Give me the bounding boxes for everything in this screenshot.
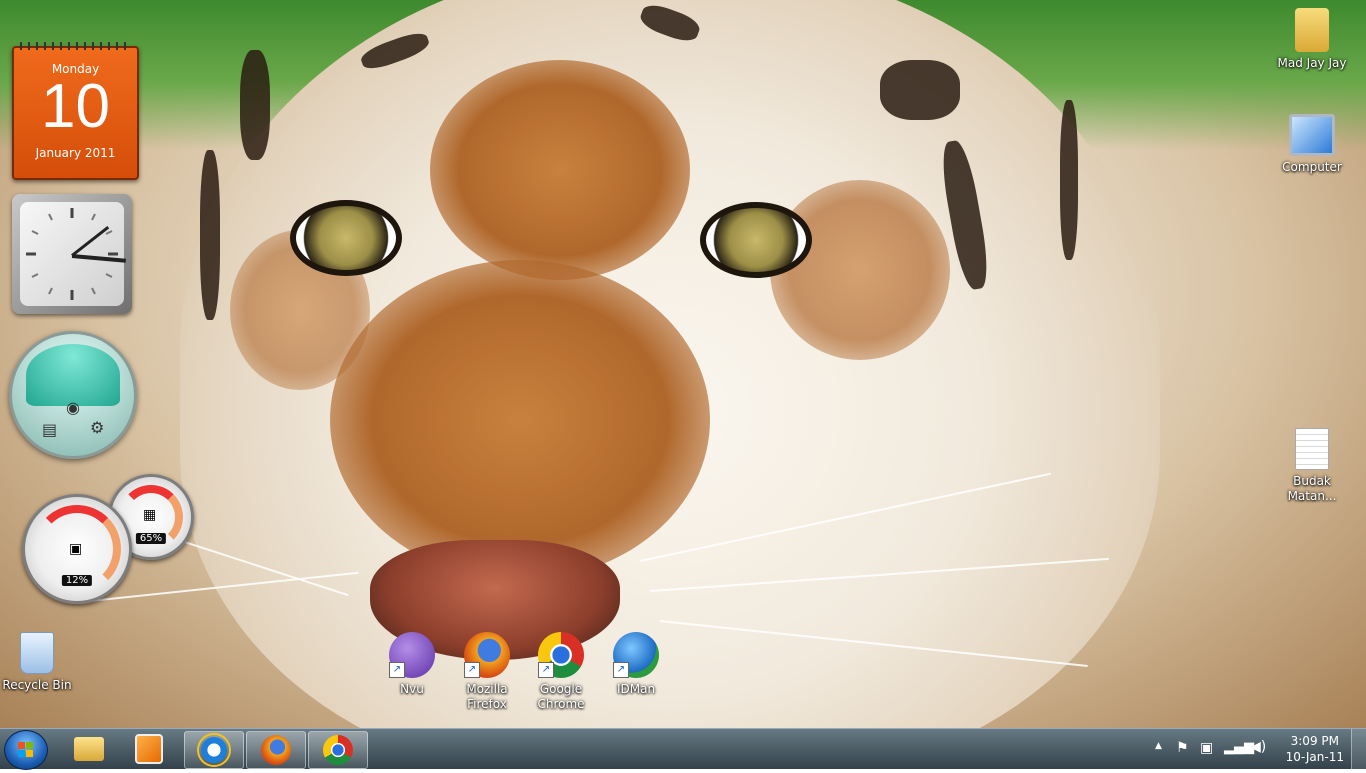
recycle-bin-icon	[20, 632, 54, 674]
firefox-icon: ↗	[464, 632, 510, 678]
tiger-eye-right	[700, 202, 812, 278]
nvu-icon: ↗	[389, 632, 435, 678]
desktop-icon-nvu[interactable]: ↗ Nvu	[375, 632, 449, 697]
firefox-icon	[261, 735, 291, 765]
volume-icon[interactable]: ◀)	[1250, 739, 1266, 755]
chrome-icon	[323, 735, 353, 765]
desktop-icon-label: Budak Matan...	[1287, 474, 1337, 503]
taskbar-firefox[interactable]	[246, 731, 306, 769]
network-device-icon[interactable]: ▣	[1200, 740, 1213, 756]
desktop-icon-chrome[interactable]: ↗ Google Chrome	[524, 632, 598, 712]
desktop-icon-label: Mad Jay Jay	[1277, 56, 1347, 70]
tiger-muzzle-fur	[330, 260, 710, 580]
tiger-stripe	[1060, 100, 1078, 260]
taskbar-time: 3:09 PM	[1290, 734, 1339, 748]
taskbar-media-player[interactable]	[120, 731, 178, 767]
calendar-rings	[20, 42, 131, 50]
calendar-gadget[interactable]: Monday 10 January 2011	[12, 42, 139, 180]
orb-dome	[26, 344, 120, 406]
cpu-percent: 12%	[61, 575, 93, 586]
desktop-icon-label: Computer	[1282, 160, 1342, 174]
gear-icon[interactable]: ⚙	[90, 418, 104, 437]
start-button[interactable]	[4, 730, 48, 770]
tiger-stripe	[880, 60, 960, 120]
desktop-icon-label: Nvu	[400, 682, 424, 696]
user-folder-icon	[1295, 8, 1329, 52]
taskbar-clock[interactable]: 3:09 PM 10-Jan-11	[1286, 733, 1344, 765]
shortcut-arrow-icon: ↗	[613, 662, 629, 678]
text-file-icon	[1295, 428, 1329, 470]
action-center-flag-icon[interactable]: ⚑	[1176, 740, 1189, 756]
desktop-icon-label: Mozilla Firefox	[466, 682, 508, 711]
tiger-stripe	[200, 150, 220, 320]
calendar-day: 10	[41, 72, 110, 141]
taskbar-chrome[interactable]	[308, 731, 368, 769]
taskbar[interactable]: ▲ ⚑ ▣ ▂▄▆ ◀) 3:09 PM 10-Jan-11	[0, 728, 1366, 770]
globe-icon[interactable]: ◉	[66, 398, 80, 417]
desktop-icon-label: Google Chrome	[537, 682, 585, 711]
desktop-icon-label: Recycle Bin	[2, 678, 72, 692]
taskbar-explorer[interactable]	[60, 731, 118, 767]
shortcut-arrow-icon: ↗	[389, 662, 405, 678]
cpu-meter[interactable]: ▣ 12%	[22, 494, 132, 604]
windows-logo-icon	[18, 742, 33, 757]
tiger-forehead-fur	[430, 60, 690, 280]
desktop-icon-recycle-bin[interactable]: Recycle Bin	[0, 632, 74, 693]
folder-icon	[74, 737, 104, 761]
taskbar-date: 10-Jan-11	[1285, 750, 1344, 764]
orb-gadget[interactable]: ◉ ▤ ⚙	[9, 331, 137, 459]
taskbar-internet-explorer[interactable]	[184, 731, 244, 769]
desktop-icon-mad-jay-jay[interactable]: Mad Jay Jay	[1275, 8, 1349, 71]
desktop-icon-idman[interactable]: ↗ IDMan	[599, 632, 673, 697]
tiger-eye-left	[290, 200, 402, 276]
memory-chip-icon: ▦	[143, 507, 157, 523]
desktop[interactable]: Monday 10 January 2011 ◉ ▤ ⚙ ▦ 65% ▣ 12%…	[0, 0, 1366, 728]
show-desktop-button[interactable]	[1351, 729, 1366, 769]
tiger-cheek-fur	[770, 180, 950, 360]
document-icon[interactable]: ▤	[42, 420, 57, 439]
memory-percent: 65%	[135, 533, 167, 544]
media-player-icon	[135, 734, 163, 764]
computer-icon	[1289, 114, 1335, 156]
ie-icon	[197, 733, 231, 767]
show-hidden-icon[interactable]: ▲	[1155, 741, 1162, 751]
shortcut-arrow-icon: ↗	[538, 662, 554, 678]
idman-icon: ↗	[613, 632, 659, 678]
desktop-icon-label: IDMan	[616, 682, 656, 696]
shortcut-arrow-icon: ↗	[464, 662, 480, 678]
desktop-icon-budak-matan[interactable]: Budak Matan...	[1275, 428, 1349, 504]
desktop-icon-firefox[interactable]: ↗ Mozilla Firefox	[450, 632, 524, 712]
chrome-icon: ↗	[538, 632, 584, 678]
calendar-month: January 2011	[35, 146, 116, 160]
desktop-icon-computer[interactable]: Computer	[1275, 114, 1349, 175]
tiger-stripe	[240, 50, 270, 160]
clock-gadget[interactable]	[12, 194, 132, 314]
cpu-chip-icon: ▣	[69, 541, 83, 557]
